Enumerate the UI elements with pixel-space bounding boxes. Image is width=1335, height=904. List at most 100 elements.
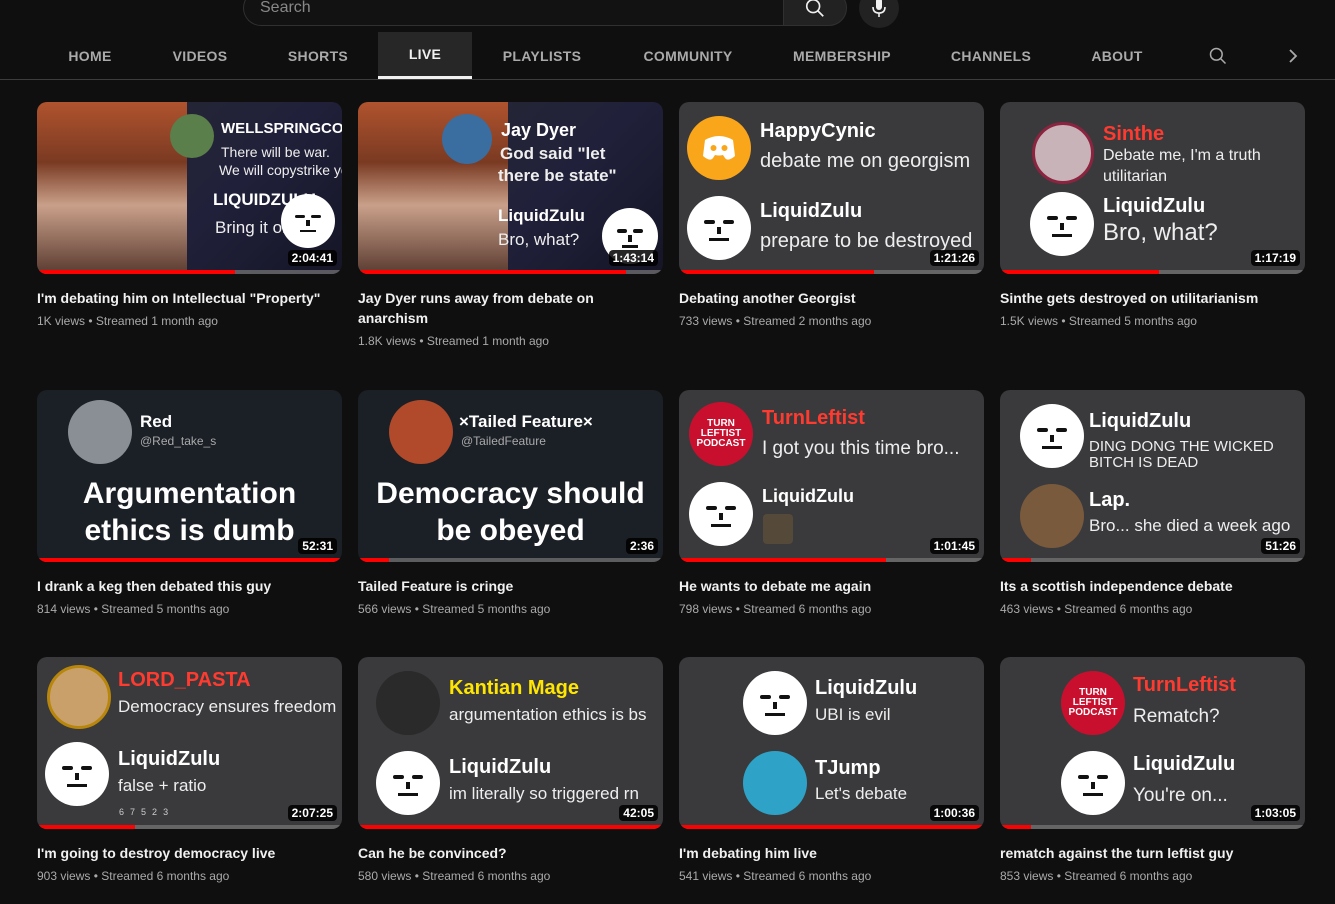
watch-progress-fill xyxy=(37,558,342,562)
reaction-counts: 6 7 5 2 3 xyxy=(119,807,168,817)
video-title[interactable]: He wants to debate me again xyxy=(679,576,969,596)
video-title[interactable]: I'm debating him on Intellectual "Proper… xyxy=(37,288,327,308)
stream-age: Streamed 6 months ago xyxy=(101,869,230,883)
video-thumbnail[interactable]: LORD_PASTA Democracy ensures freedom Liq… xyxy=(37,657,342,829)
tab-community[interactable]: COMMUNITY xyxy=(630,32,746,79)
tab-live[interactable]: LIVE xyxy=(378,32,472,79)
video-thumbnail[interactable]: ×Tailed Feature× @TailedFeature Democrac… xyxy=(358,390,663,562)
video-thumbnail[interactable]: WELLSPRINGCON There will be war. We will… xyxy=(37,102,342,274)
video-meta: 798 views • Streamed 6 months ago xyxy=(679,602,872,616)
video-title[interactable]: Jay Dyer runs away from debate on anarch… xyxy=(358,288,648,328)
video-thumbnail[interactable]: TURN LEFTIST PODCAST TurnLeftist Rematch… xyxy=(1000,657,1305,829)
video-title[interactable]: Sinthe gets destroyed on utilitarianism xyxy=(1000,288,1290,308)
video-thumbnail[interactable]: TURN LEFTIST PODCAST TurnLeftist I got y… xyxy=(679,390,984,562)
video-meta: 733 views • Streamed 2 months ago xyxy=(679,314,872,328)
video-duration: 1:17:19 xyxy=(1250,250,1300,266)
tab-membership[interactable]: MEMBERSHIP xyxy=(780,32,904,79)
thumb-line-1: debate me on georgism xyxy=(760,150,971,172)
thumb-claim-2: be obeyed xyxy=(436,514,585,547)
thumb-line-1: DING DONG THE WICKED xyxy=(1089,438,1274,455)
video-duration: 51:26 xyxy=(1261,538,1300,554)
chevron-right-icon xyxy=(1289,48,1298,63)
search-bar: Search xyxy=(243,0,899,28)
channel-search-button[interactable] xyxy=(1198,32,1238,79)
thumb-name-1: LiquidZulu xyxy=(1089,410,1192,432)
view-count: 580 views xyxy=(358,869,412,883)
watch-progress-fill xyxy=(1000,558,1031,562)
video-duration: 1:21:26 xyxy=(929,250,979,266)
thumb-claim-1: Argumentation xyxy=(82,477,297,510)
video-meta: 541 views • Streamed 6 months ago xyxy=(679,869,872,883)
tab-home[interactable]: HOME xyxy=(47,32,133,79)
video-thumbnail[interactable]: Jay Dyer God said "let there be state" L… xyxy=(358,102,663,274)
video-title[interactable]: I'm debating him live xyxy=(679,843,969,863)
video-card[interactable]: LiquidZulu DING DONG THE WICKED BITCH IS… xyxy=(1000,390,1305,616)
video-card[interactable]: Sinthe Debate me, I'm a truth utilitaria… xyxy=(1000,102,1305,328)
tab-shorts[interactable]: SHORTS xyxy=(272,32,364,79)
thumb-line-1: There will be war. xyxy=(221,144,330,160)
tab-channels[interactable]: CHANNELS xyxy=(940,32,1042,79)
video-card[interactable]: LORD_PASTA Democracy ensures freedom Liq… xyxy=(37,657,342,883)
video-card[interactable]: Red @Red_take_s Argumentation ethics is … xyxy=(37,390,342,616)
thumb-name-2: LiquidZulu xyxy=(449,756,552,778)
thumb-line-2: false + ratio xyxy=(118,776,207,795)
thumb-name-2: LiquidZulu xyxy=(1103,195,1206,217)
tab-about[interactable]: ABOUT xyxy=(1080,32,1154,79)
watch-progress-bar xyxy=(37,825,342,829)
thumb-line-1: Debate me, I'm a truth xyxy=(1103,147,1261,164)
thumb-name-2: LiquidZulu xyxy=(498,206,585,225)
thumb-line-2: Let's debate xyxy=(815,784,908,803)
guest-avatar xyxy=(376,671,440,735)
podcast-logo: TURN LEFTIST PODCAST xyxy=(689,402,753,466)
reaction-count: 3 xyxy=(163,807,169,817)
video-card[interactable]: WELLSPRINGCON There will be war. We will… xyxy=(37,102,342,328)
video-thumbnail[interactable]: Sinthe Debate me, I'm a truth utilitaria… xyxy=(1000,102,1305,274)
watch-progress-bar xyxy=(679,558,984,562)
video-meta: 1K views • Streamed 1 month ago xyxy=(37,314,218,328)
thumb-line-1: UBI is evil xyxy=(815,705,891,724)
watch-progress-fill xyxy=(1000,270,1159,274)
view-count: 1K views xyxy=(37,314,86,328)
video-card[interactable]: HappyCynic debate me on georgism LiquidZ… xyxy=(679,102,984,328)
tab-videos[interactable]: VIDEOS xyxy=(157,32,243,79)
video-card[interactable]: ×Tailed Feature× @TailedFeature Democrac… xyxy=(358,390,663,616)
video-title[interactable]: Can he be convinced? xyxy=(358,843,648,863)
search-input[interactable]: Search xyxy=(243,0,783,26)
stream-age: Streamed 1 month ago xyxy=(95,314,218,328)
video-thumbnail[interactable]: Red @Red_take_s Argumentation ethics is … xyxy=(37,390,342,562)
thumb-line-2: You're on... xyxy=(1133,785,1228,806)
guest-avatar xyxy=(1032,122,1094,184)
video-card[interactable]: Kantian Mage argumentation ethics is bs … xyxy=(358,657,663,883)
video-title[interactable]: I drank a keg then debated this guy xyxy=(37,576,327,596)
search-icon xyxy=(805,0,824,17)
video-thumbnail[interactable]: Kantian Mage argumentation ethics is bs … xyxy=(358,657,663,829)
thumb-name-1: Sinthe xyxy=(1103,123,1165,145)
tab-playlists[interactable]: PLAYLISTS xyxy=(492,32,592,79)
video-thumbnail[interactable]: HappyCynic debate me on georgism LiquidZ… xyxy=(679,102,984,274)
video-card[interactable]: TURN LEFTIST PODCAST TurnLeftist Rematch… xyxy=(1000,657,1305,883)
guest-avatar xyxy=(743,751,807,815)
video-title[interactable]: Tailed Feature is cringe xyxy=(358,576,648,596)
watch-progress-bar xyxy=(37,270,342,274)
stream-age: Streamed 6 months ago xyxy=(743,602,872,616)
search-button[interactable] xyxy=(783,0,847,26)
video-card[interactable]: TURN LEFTIST PODCAST TurnLeftist I got y… xyxy=(679,390,984,616)
thumb-handle: @TailedFeature xyxy=(461,434,546,448)
video-title[interactable]: rematch against the turn leftist guy xyxy=(1000,843,1290,863)
voice-search-button[interactable] xyxy=(859,0,899,28)
video-duration: 2:07:25 xyxy=(287,805,337,821)
video-thumbnail[interactable]: LiquidZulu UBI is evil TJump Let's debat… xyxy=(679,657,984,829)
view-count: 1.8K views xyxy=(358,334,417,348)
video-card[interactable]: LiquidZulu UBI is evil TJump Let's debat… xyxy=(679,657,984,883)
video-title[interactable]: Its a scottish independence debate xyxy=(1000,576,1290,596)
video-card[interactable]: Jay Dyer God said "let there be state" L… xyxy=(358,102,663,348)
video-duration: 52:31 xyxy=(298,538,337,554)
thumb-line-1b: utilitarian xyxy=(1103,168,1168,185)
video-thumbnail[interactable]: LiquidZulu DING DONG THE WICKED BITCH IS… xyxy=(1000,390,1305,562)
discord-icon xyxy=(703,136,735,160)
video-title[interactable]: Debating another Georgist xyxy=(679,288,969,308)
guest-avatar xyxy=(47,665,111,729)
video-title[interactable]: I'm going to destroy democracy live xyxy=(37,843,327,863)
video-duration: 2:04:41 xyxy=(287,250,337,266)
tabs-scroll-right-button[interactable] xyxy=(1273,32,1313,79)
